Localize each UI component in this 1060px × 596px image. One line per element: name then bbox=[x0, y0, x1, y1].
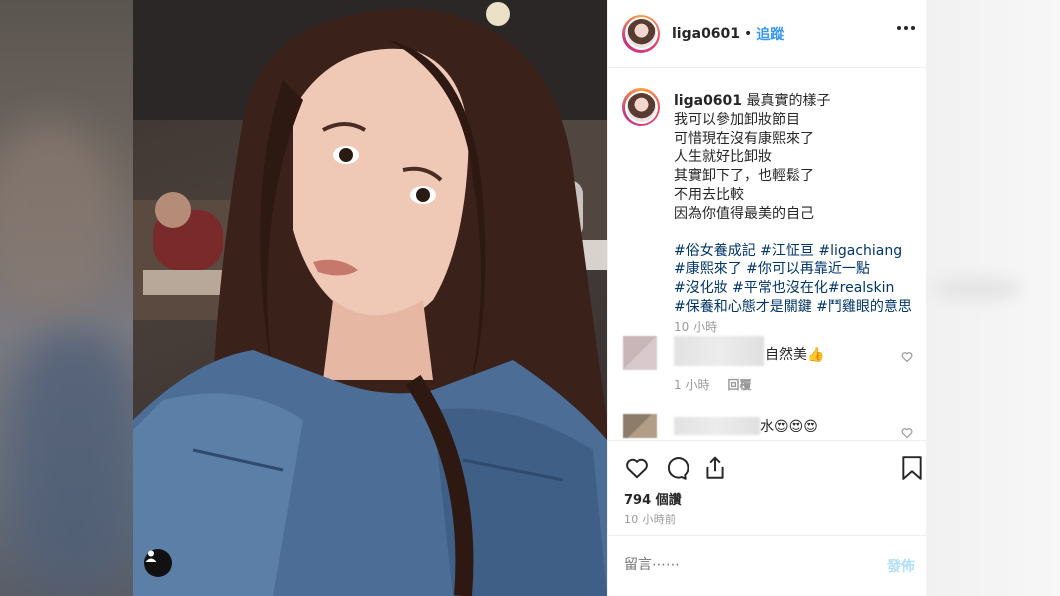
comment-like-icon[interactable] bbox=[901, 348, 913, 367]
bookmark-icon[interactable] bbox=[900, 455, 924, 485]
caption-line-1: 我可以參加卸妝節目 bbox=[674, 111, 800, 128]
hashtag-line[interactable]: #保養和心態才是關鍵 #鬥雞眼的意思 bbox=[674, 298, 924, 317]
author-username[interactable]: liga0601 bbox=[672, 26, 740, 42]
reply-button[interactable]: 回覆 bbox=[727, 378, 751, 392]
heart-icon[interactable] bbox=[624, 455, 650, 485]
follow-button[interactable]: 追蹤 bbox=[756, 24, 784, 44]
blurred-username bbox=[674, 417, 760, 435]
hashtags: #俗女養成記 #江怔亘 #ligachiang #康熙來了 #你可以再靠近一點 … bbox=[674, 242, 924, 317]
comment-time: 1 小時 bbox=[674, 378, 710, 392]
blurred-username bbox=[674, 336, 764, 366]
caption-username[interactable]: liga0601 bbox=[674, 93, 742, 109]
post-timestamp[interactable]: 10 小時前 bbox=[624, 511, 676, 527]
comment-composer: 發佈 bbox=[608, 535, 927, 596]
post-header: liga0601 • 追蹤 bbox=[608, 0, 927, 68]
caption-line-3: 人生就好比卸妝 bbox=[674, 149, 772, 166]
comment-text: 自然美👍 bbox=[765, 347, 825, 363]
caption-line-0: 最真實的樣子 bbox=[746, 93, 831, 109]
caption-author-avatar[interactable] bbox=[622, 88, 660, 126]
post-actions: 794 個讚 10 小時前 bbox=[608, 440, 927, 535]
photo-illustration bbox=[133, 0, 607, 596]
caption-line-4: 其實卸下了，也輕鬆了 bbox=[674, 168, 814, 185]
post-detail-panel: liga0601 • 追蹤 liga0601 最真實的樣子 我可以參加卸妝節目 … bbox=[607, 0, 927, 596]
commenter-avatar[interactable] bbox=[623, 414, 657, 438]
share-icon[interactable] bbox=[702, 455, 728, 485]
comment-text: 水😍😍😍 bbox=[760, 419, 818, 435]
person-glyph bbox=[145, 550, 157, 562]
more-options-icon[interactable] bbox=[897, 26, 915, 30]
separator-dot: • bbox=[744, 25, 753, 42]
post-comment-button[interactable]: 發佈 bbox=[887, 556, 915, 576]
like-count[interactable]: 794 個讚 bbox=[624, 489, 682, 508]
caption-line-2: 可惜現在沒有康熙來了 bbox=[674, 130, 814, 147]
caption-line-5: 不用去比較 bbox=[674, 186, 744, 203]
caption-timestamp[interactable]: 10 小時 bbox=[674, 318, 717, 335]
hashtag-line[interactable]: #沒化妝 #平常也沒在化#realskin bbox=[674, 279, 924, 298]
comment-icon[interactable] bbox=[663, 455, 690, 485]
hashtag-line[interactable]: #康熙來了 #你可以再靠近一點 bbox=[674, 260, 924, 279]
post-photo[interactable] bbox=[133, 0, 607, 596]
blurred-background-left bbox=[0, 0, 133, 596]
author-avatar[interactable] bbox=[622, 14, 660, 53]
user-tag-icon[interactable] bbox=[144, 549, 172, 577]
comment-meta: 1 小時 回覆 bbox=[674, 376, 751, 393]
commenter-avatar[interactable] bbox=[623, 336, 657, 370]
comment-input[interactable] bbox=[624, 554, 864, 576]
caption-line-6: 因為你值得最美的自己 bbox=[674, 205, 814, 222]
caption-text: liga0601 最真實的樣子 我可以參加卸妝節目 可惜現在沒有康熙來了 人生就… bbox=[674, 92, 924, 317]
blurred-background-right bbox=[926, 0, 1060, 596]
hashtag-line[interactable]: #俗女養成記 #江怔亘 #ligachiang bbox=[674, 242, 924, 261]
